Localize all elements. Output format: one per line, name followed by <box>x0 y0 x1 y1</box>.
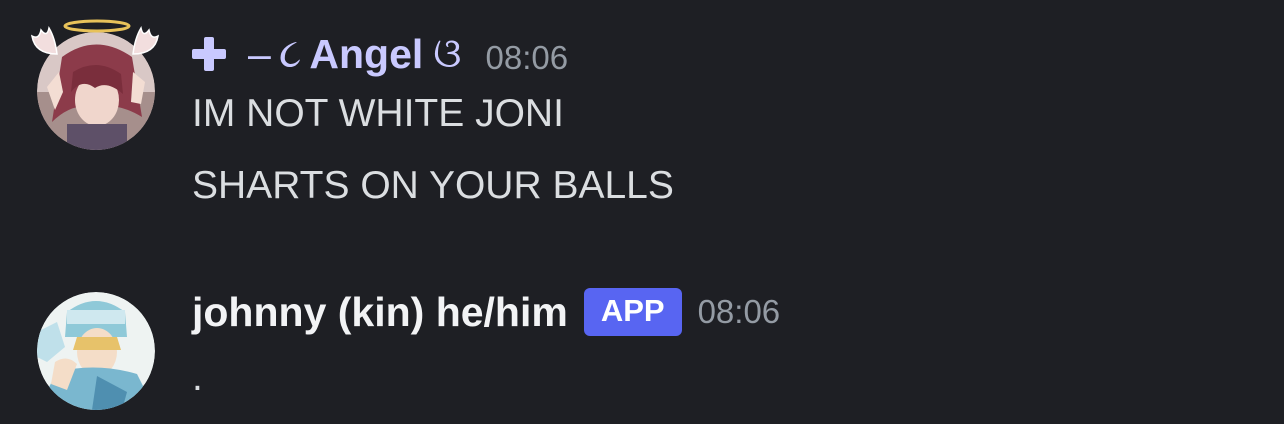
avatar-with-decoration[interactable] <box>37 292 155 410</box>
wing-left-icon <box>30 25 58 55</box>
halo-icon <box>63 19 131 33</box>
timestamp[interactable]: 08:06 <box>698 293 781 331</box>
message-line: SHARTS ON YOUR BALLS <box>192 164 674 207</box>
message-header: – ૮ Angel ଓ 08:06 <box>192 26 568 82</box>
avatar[interactable] <box>37 292 155 410</box>
username-open-symbol: ૮ <box>278 30 302 76</box>
app-badge: APP <box>583 288 682 336</box>
message-item: – ૮ Angel ଓ 08:06 IM NOT WHITE JONI SHAR… <box>0 0 1284 230</box>
message-line: . <box>192 356 203 399</box>
avatar-with-decoration[interactable] <box>30 19 160 150</box>
username[interactable]: – ૮ Angel ଓ <box>192 30 462 78</box>
message-item: johnny (kin) he/him APP 08:06 . <box>0 262 1284 424</box>
message-header: johnny (kin) he/him APP 08:06 <box>192 284 780 340</box>
message-line: IM NOT WHITE JONI <box>192 92 564 135</box>
username-prefix: – <box>248 30 271 77</box>
wing-right-icon <box>132 25 160 55</box>
plus-icon <box>192 37 226 71</box>
username-text: Angel <box>309 30 424 77</box>
username[interactable]: johnny (kin) he/him <box>192 289 568 336</box>
username-close-symbol: ଓ <box>433 30 462 76</box>
timestamp[interactable]: 08:06 <box>486 39 569 77</box>
